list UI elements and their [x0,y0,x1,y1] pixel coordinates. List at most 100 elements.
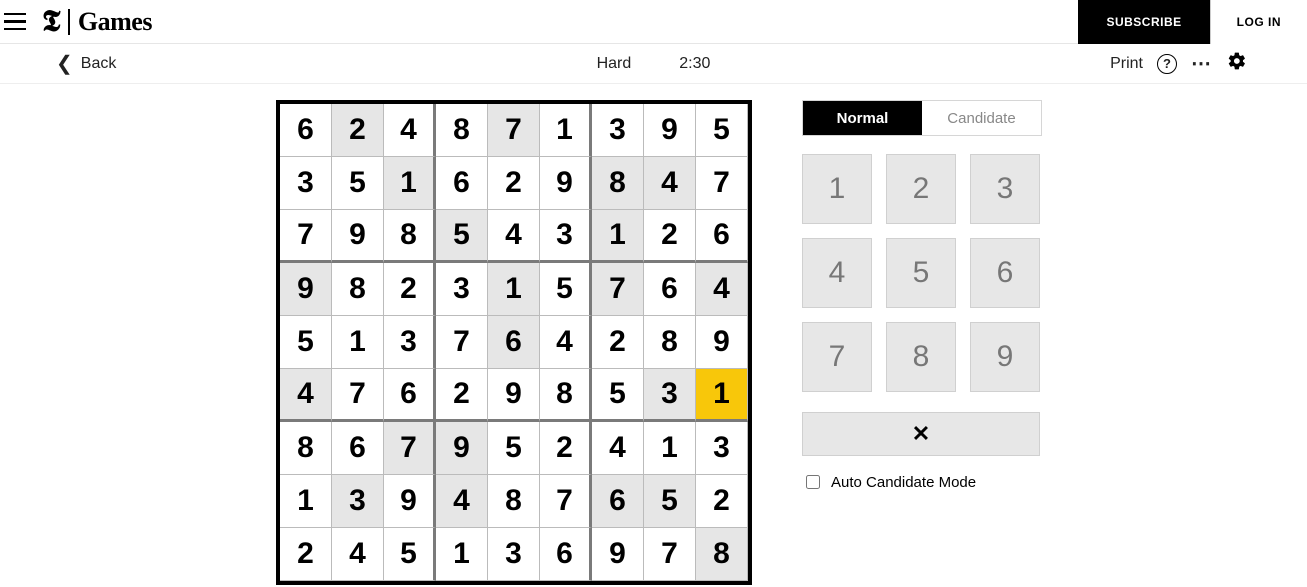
sudoku-cell[interactable]: 5 [280,316,332,369]
numpad-key-1[interactable]: 1 [802,154,872,224]
sudoku-cell[interactable]: 9 [592,528,644,581]
sudoku-cell[interactable]: 1 [540,104,592,157]
numpad-key-2[interactable]: 2 [886,154,956,224]
sudoku-cell[interactable]: 8 [644,316,696,369]
sudoku-cell[interactable]: 1 [280,475,332,528]
erase-button[interactable]: ✕ [802,412,1040,456]
numpad-key-9[interactable]: 9 [970,322,1040,392]
sudoku-cell[interactable]: 9 [436,422,488,475]
sudoku-cell[interactable]: 4 [280,369,332,422]
sudoku-cell[interactable]: 7 [280,210,332,263]
sudoku-cell[interactable]: 8 [332,263,384,316]
sudoku-cell[interactable]: 5 [644,475,696,528]
sudoku-cell[interactable]: 6 [592,475,644,528]
sudoku-cell[interactable]: 3 [540,210,592,263]
numpad-key-3[interactable]: 3 [970,154,1040,224]
sudoku-cell[interactable]: 7 [332,369,384,422]
numpad-key-7[interactable]: 7 [802,322,872,392]
sudoku-cell[interactable]: 4 [332,528,384,581]
sudoku-cell[interactable]: 9 [332,210,384,263]
sudoku-cell[interactable]: 3 [644,369,696,422]
numpad-key-8[interactable]: 8 [886,322,956,392]
sudoku-cell[interactable]: 8 [696,528,748,581]
sudoku-cell[interactable]: 9 [696,316,748,369]
more-icon[interactable]: ⋯ [1191,51,1213,76]
sudoku-cell[interactable]: 9 [644,104,696,157]
sudoku-cell[interactable]: 2 [436,369,488,422]
numpad-key-6[interactable]: 6 [970,238,1040,308]
sudoku-cell[interactable]: 1 [384,157,436,210]
numpad-key-4[interactable]: 4 [802,238,872,308]
sudoku-cell[interactable]: 6 [384,369,436,422]
sudoku-cell[interactable]: 4 [540,316,592,369]
sudoku-cell[interactable]: 5 [540,263,592,316]
sudoku-cell[interactable]: 3 [488,528,540,581]
sudoku-cell[interactable]: 7 [644,528,696,581]
sudoku-cell[interactable]: 4 [592,422,644,475]
sudoku-cell[interactable]: 2 [280,528,332,581]
sudoku-cell[interactable]: 9 [384,475,436,528]
sudoku-cell[interactable]: 2 [540,422,592,475]
auto-candidate-checkbox[interactable] [806,475,820,489]
sudoku-cell[interactable]: 4 [644,157,696,210]
sudoku-cell[interactable]: 6 [644,263,696,316]
sudoku-cell[interactable]: 7 [488,104,540,157]
sudoku-cell[interactable]: 8 [436,104,488,157]
sudoku-cell[interactable]: 4 [384,104,436,157]
sudoku-cell[interactable]: 5 [696,104,748,157]
sudoku-cell[interactable]: 8 [280,422,332,475]
sudoku-cell[interactable]: 6 [436,157,488,210]
sudoku-cell[interactable]: 7 [384,422,436,475]
site-logo[interactable]: 𝕿 Games [42,5,152,39]
sudoku-cell[interactable]: 7 [540,475,592,528]
sudoku-cell[interactable]: 1 [488,263,540,316]
sudoku-cell[interactable]: 7 [436,316,488,369]
tab-normal[interactable]: Normal [803,101,922,135]
sudoku-cell[interactable]: 5 [436,210,488,263]
sudoku-cell[interactable]: 2 [592,316,644,369]
sudoku-cell[interactable]: 1 [332,316,384,369]
sudoku-cell[interactable]: 5 [384,528,436,581]
sudoku-cell[interactable]: 5 [592,369,644,422]
sudoku-cell[interactable]: 3 [384,316,436,369]
sudoku-cell[interactable]: 6 [696,210,748,263]
sudoku-cell[interactable]: 1 [696,369,748,422]
sudoku-cell[interactable]: 3 [436,263,488,316]
sudoku-cell[interactable]: 8 [384,210,436,263]
sudoku-cell[interactable]: 4 [436,475,488,528]
sudoku-cell[interactable]: 8 [488,475,540,528]
sudoku-cell[interactable]: 3 [280,157,332,210]
sudoku-cell[interactable]: 5 [488,422,540,475]
sudoku-cell[interactable]: 3 [592,104,644,157]
sudoku-cell[interactable]: 1 [436,528,488,581]
sudoku-cell[interactable]: 2 [488,157,540,210]
sudoku-cell[interactable]: 6 [540,528,592,581]
sudoku-cell[interactable]: 6 [488,316,540,369]
sudoku-cell[interactable]: 9 [280,263,332,316]
sudoku-cell[interactable]: 4 [488,210,540,263]
sudoku-cell[interactable]: 7 [696,157,748,210]
sudoku-cell[interactable]: 2 [696,475,748,528]
sudoku-cell[interactable]: 3 [332,475,384,528]
hamburger-icon[interactable] [4,8,32,36]
sudoku-cell[interactable]: 1 [644,422,696,475]
gear-icon[interactable] [1227,51,1247,76]
subscribe-button[interactable]: SUBSCRIBE [1078,0,1209,44]
sudoku-cell[interactable]: 2 [644,210,696,263]
sudoku-cell[interactable]: 6 [332,422,384,475]
tab-candidate[interactable]: Candidate [922,101,1041,135]
help-icon[interactable]: ? [1157,54,1177,74]
sudoku-cell[interactable]: 2 [332,104,384,157]
auto-candidate-toggle[interactable]: Auto Candidate Mode [802,472,1042,492]
sudoku-cell[interactable]: 8 [540,369,592,422]
sudoku-cell[interactable]: 6 [280,104,332,157]
sudoku-cell[interactable]: 8 [592,157,644,210]
sudoku-cell[interactable]: 1 [592,210,644,263]
sudoku-cell[interactable]: 5 [332,157,384,210]
sudoku-cell[interactable]: 9 [488,369,540,422]
numpad-key-5[interactable]: 5 [886,238,956,308]
print-button[interactable]: Print [1110,55,1143,73]
login-button[interactable]: LOG IN [1210,0,1307,44]
sudoku-cell[interactable]: 2 [384,263,436,316]
sudoku-cell[interactable]: 3 [696,422,748,475]
